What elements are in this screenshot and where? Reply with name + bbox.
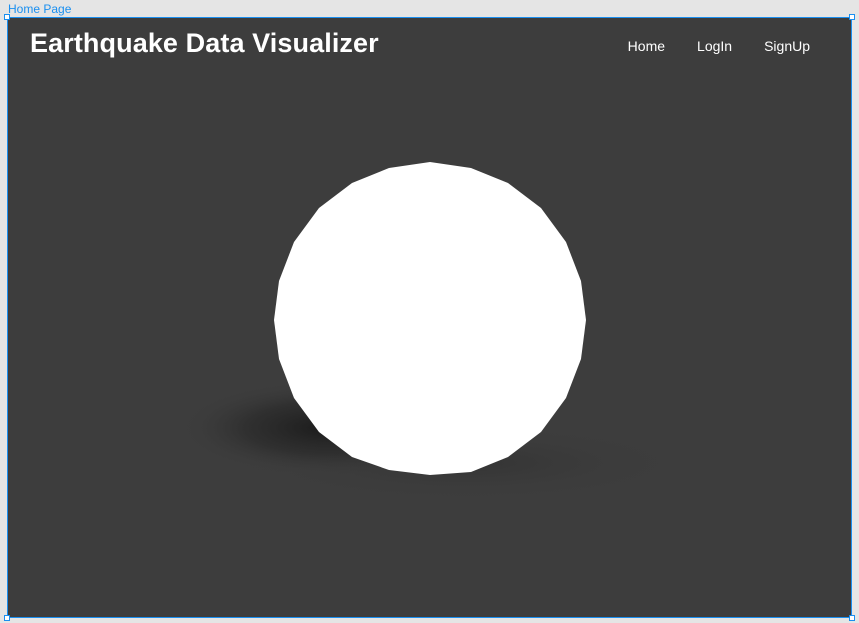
resize-handle-bottom-right[interactable] (849, 615, 855, 621)
main-nav: Home LogIn SignUp (628, 38, 810, 54)
globe-sphere[interactable] (274, 162, 586, 475)
app-title: Earthquake Data Visualizer (30, 28, 379, 58)
globe-scene[interactable] (8, 18, 852, 618)
resize-handle-bottom-left[interactable] (4, 615, 10, 621)
home-page-artboard: Earthquake Data Visualizer Home LogIn Si… (8, 18, 852, 618)
nav-home-link[interactable]: Home (628, 38, 665, 54)
nav-login-link[interactable]: LogIn (697, 38, 732, 54)
resize-handle-top-left[interactable] (4, 14, 10, 20)
resize-handle-top-right[interactable] (849, 14, 855, 20)
artboard-label[interactable]: Home Page (8, 2, 71, 16)
nav-signup-link[interactable]: SignUp (764, 38, 810, 54)
